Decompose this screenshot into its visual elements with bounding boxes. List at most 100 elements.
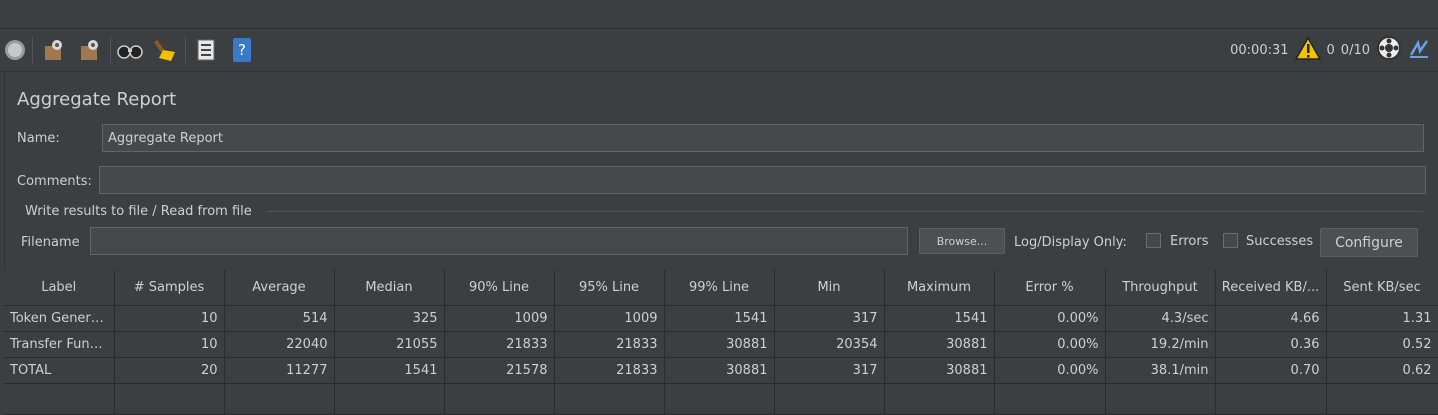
table-cell: 4.66 bbox=[1215, 305, 1327, 332]
table-empty-row bbox=[4, 383, 1438, 415]
table-cell: 10 bbox=[114, 305, 225, 332]
table-cell: 30881 bbox=[664, 357, 775, 384]
table-cell: 1541 bbox=[664, 305, 775, 332]
column-header[interactable]: Min bbox=[774, 270, 885, 306]
table-row[interactable]: Token Genera... 10 514 325 1009 1009 154… bbox=[4, 305, 1438, 332]
column-header[interactable]: Median bbox=[334, 270, 445, 306]
elapsed-timer: 00:00:31 bbox=[1230, 42, 1289, 58]
empty-cell bbox=[1215, 383, 1327, 415]
column-header[interactable]: 95% Line bbox=[554, 270, 665, 306]
filename-label: Filename bbox=[21, 235, 80, 250]
table-cell: 0.36 bbox=[1215, 331, 1327, 358]
successes-label: Successes bbox=[1246, 234, 1314, 249]
table-cell: 21578 bbox=[444, 357, 555, 384]
function-helper-icon[interactable] bbox=[193, 37, 219, 63]
table-cell: 20 bbox=[114, 357, 225, 384]
table-cell: 21833 bbox=[554, 357, 665, 384]
table-row-total[interactable]: TOTAL 20 11277 1541 21578 21833 30881 31… bbox=[4, 357, 1438, 384]
remote-stop-icon[interactable] bbox=[76, 37, 102, 63]
table-cell: 21055 bbox=[334, 331, 445, 358]
toolbar: ? 00:00:31 0 0/10 bbox=[0, 29, 1438, 72]
column-header[interactable]: Error % bbox=[994, 270, 1106, 306]
table-cell-label: TOTAL bbox=[4, 357, 115, 384]
remote-start-icon[interactable] bbox=[40, 37, 66, 63]
table-header-row: Label # Samples Average Median 90% Line … bbox=[4, 270, 1438, 306]
table-cell: 317 bbox=[774, 305, 885, 332]
table-cell: 325 bbox=[334, 305, 445, 332]
configure-button[interactable]: Configure bbox=[1320, 228, 1418, 257]
file-group-title: Write results to file / Read from file bbox=[25, 204, 252, 219]
table-row[interactable]: Transfer Fund... 10 22040 21055 21833 21… bbox=[4, 331, 1438, 358]
column-header[interactable]: Label bbox=[4, 270, 115, 306]
table-cell: 30881 bbox=[664, 331, 775, 358]
table-cell: 4.3/sec bbox=[1105, 305, 1216, 332]
table-cell: 30881 bbox=[884, 331, 995, 358]
empty-cell bbox=[664, 383, 775, 415]
browse-button[interactable]: Browse... bbox=[919, 228, 1005, 254]
status-gauge-icon bbox=[1376, 35, 1402, 65]
log-viewer-icon[interactable] bbox=[1408, 37, 1430, 63]
column-header[interactable]: 99% Line bbox=[664, 270, 775, 306]
column-header[interactable]: 90% Line bbox=[444, 270, 555, 306]
table-cell: 0.52 bbox=[1326, 331, 1438, 358]
stop-icon[interactable] bbox=[2, 37, 28, 63]
group-divider bbox=[267, 211, 1423, 212]
table-cell: 0.00% bbox=[994, 305, 1106, 332]
successes-checkbox[interactable] bbox=[1223, 233, 1238, 248]
empty-cell bbox=[4, 383, 115, 415]
status-area: 00:00:31 0 0/10 bbox=[1230, 35, 1430, 65]
table-cell: 0.00% bbox=[994, 331, 1106, 358]
comments-field[interactable] bbox=[99, 166, 1426, 194]
page-title: Aggregate Report bbox=[17, 89, 177, 110]
empty-cell bbox=[444, 383, 555, 415]
menu-bar bbox=[0, 0, 1438, 29]
table-cell: 0.62 bbox=[1326, 357, 1438, 384]
help-icon[interactable]: ? bbox=[229, 37, 255, 63]
warning-count: 0 bbox=[1326, 42, 1335, 58]
toolbar-separator bbox=[110, 37, 111, 63]
column-header[interactable]: Throughput bbox=[1105, 270, 1216, 306]
empty-cell bbox=[884, 383, 995, 415]
empty-cell bbox=[224, 383, 335, 415]
empty-cell bbox=[994, 383, 1106, 415]
clear-icon[interactable] bbox=[152, 37, 178, 63]
errors-checkbox[interactable] bbox=[1146, 233, 1161, 248]
name-label: Name: bbox=[17, 131, 60, 146]
table-cell: 19.2/min bbox=[1105, 331, 1216, 358]
column-header[interactable]: # Samples bbox=[114, 270, 225, 306]
table-cell: 11277 bbox=[224, 357, 335, 384]
filename-field[interactable] bbox=[90, 227, 908, 255]
column-header[interactable]: Sent KB/sec bbox=[1326, 270, 1438, 306]
empty-cell bbox=[774, 383, 885, 415]
search-icon[interactable] bbox=[117, 37, 143, 63]
table-cell: 1541 bbox=[334, 357, 445, 384]
table-cell: 21833 bbox=[444, 331, 555, 358]
empty-cell bbox=[1105, 383, 1216, 415]
table-cell: 20354 bbox=[774, 331, 885, 358]
errors-label: Errors bbox=[1170, 234, 1209, 249]
table-cell: 38.1/min bbox=[1105, 357, 1216, 384]
log-display-label: Log/Display Only: bbox=[1014, 235, 1127, 250]
toolbar-separator bbox=[185, 37, 186, 63]
results-table: Label # Samples Average Median 90% Line … bbox=[4, 270, 1438, 415]
table-cell: 1.31 bbox=[1326, 305, 1438, 332]
warning-icon[interactable] bbox=[1294, 36, 1321, 64]
column-header[interactable]: Received KB/... bbox=[1215, 270, 1327, 306]
table-cell: 0.00% bbox=[994, 357, 1106, 384]
svg-text:?: ? bbox=[238, 41, 246, 59]
table-cell-label: Token Genera... bbox=[4, 305, 115, 332]
toolbar-separator bbox=[32, 37, 33, 63]
empty-cell bbox=[114, 383, 225, 415]
column-header[interactable]: Maximum bbox=[884, 270, 995, 306]
name-field[interactable]: Aggregate Report bbox=[102, 124, 1424, 152]
table-cell: 22040 bbox=[224, 331, 335, 358]
table-cell: 0.70 bbox=[1215, 357, 1327, 384]
table-cell: 30881 bbox=[884, 357, 995, 384]
empty-cell bbox=[554, 383, 665, 415]
table-cell: 1009 bbox=[444, 305, 555, 332]
table-cell: 1009 bbox=[554, 305, 665, 332]
table-cell: 21833 bbox=[554, 331, 665, 358]
table-cell: 514 bbox=[224, 305, 335, 332]
column-header[interactable]: Average bbox=[224, 270, 335, 306]
table-cell: 10 bbox=[114, 331, 225, 358]
